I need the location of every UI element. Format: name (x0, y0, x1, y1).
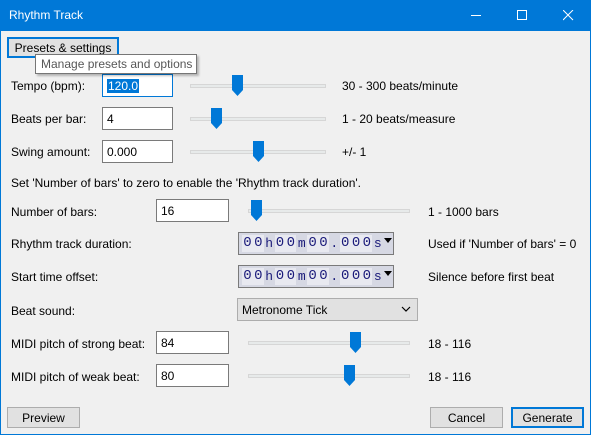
swing-input[interactable]: 0.000 (102, 140, 173, 163)
slider-track (248, 209, 410, 213)
time-digit: 0 (361, 235, 373, 252)
weak-pitch-value: 80 (161, 368, 175, 383)
strong-pitch-value: 84 (161, 335, 175, 350)
time-unit-dot: . (330, 236, 339, 251)
tempo-label: Tempo (bpm): (11, 79, 86, 93)
time-unit-h: h (265, 269, 274, 284)
time-digit: 0 (252, 268, 264, 285)
slider-thumb-icon[interactable] (251, 200, 263, 221)
strong-pitch-label: MIDI pitch of strong beat: (11, 337, 146, 351)
start-offset-label: Start time offset: (11, 270, 99, 284)
swing-range: +/- 1 (342, 145, 367, 159)
start-offset-note: Silence before first beat (428, 270, 555, 284)
time-digit: 0 (285, 235, 297, 252)
beats-per-bar-range: 1 - 20 beats/measure (342, 112, 456, 126)
time-digit: 0 (361, 268, 373, 285)
duration-label: Rhythm track duration: (11, 237, 132, 251)
time-digit: 0 (318, 268, 329, 285)
slider-thumb-icon[interactable] (210, 108, 222, 129)
time-unit-dot: . (330, 269, 339, 284)
duration-note: Used if 'Number of bars' = 0 (428, 237, 577, 251)
tempo-input[interactable]: 120.0 (102, 74, 173, 97)
time-digit: 0 (339, 235, 351, 252)
slider-thumb-icon[interactable] (343, 365, 355, 386)
time-unit-m: m (297, 269, 306, 284)
time-unit-s: s (373, 236, 382, 251)
duration-time-control[interactable]: 00h00m00.000s (238, 232, 394, 255)
time-unit-s: s (373, 269, 382, 284)
swing-value: 0.000 (107, 144, 138, 159)
tempo-range: 30 - 300 beats/minute (342, 79, 459, 93)
title-bar: Rhythm Track (0, 0, 591, 31)
slider-track (190, 84, 326, 88)
time-format-dropdown[interactable] (383, 268, 393, 285)
tempo-value: 120.0 (107, 78, 140, 93)
beat-sound-label: Beat sound: (11, 304, 76, 318)
time-unit-m: m (297, 236, 306, 251)
time-digit: 0 (274, 268, 286, 285)
tempo-slider[interactable] (190, 75, 326, 97)
swing-slider[interactable] (190, 141, 326, 163)
slider-track (248, 374, 410, 378)
time-digit: 0 (307, 268, 319, 285)
beats-per-bar-input[interactable]: 4 (102, 107, 173, 130)
swing-label: Swing amount: (11, 145, 91, 159)
time-digit: 0 (285, 268, 297, 285)
preview-button[interactable]: Preview (7, 407, 80, 428)
number-of-bars-range: 1 - 1000 bars (428, 205, 499, 219)
beat-sound-select[interactable]: Metronome Tick (237, 298, 418, 321)
window-title: Rhythm Track (9, 8, 84, 22)
slider-thumb-icon[interactable] (350, 332, 362, 353)
slider-thumb-icon[interactable] (232, 75, 244, 96)
weak-pitch-label: MIDI pitch of weak beat: (11, 370, 140, 384)
time-digit: 0 (307, 235, 319, 252)
maximize-button[interactable] (499, 0, 545, 31)
number-of-bars-value: 16 (161, 203, 175, 218)
time-unit-h: h (265, 236, 274, 251)
time-digit: 0 (339, 268, 351, 285)
time-digit: 0 (350, 268, 362, 285)
number-of-bars-input[interactable]: 16 (156, 199, 229, 222)
close-button[interactable] (545, 0, 591, 31)
close-icon (563, 10, 574, 21)
dropdown-arrow-icon (384, 238, 393, 243)
chevron-down-icon (401, 306, 411, 312)
number-of-bars-slider[interactable] (248, 200, 410, 222)
maximize-icon (517, 10, 527, 20)
start-offset-time-control[interactable]: 00h00m00.000s (238, 265, 394, 288)
time-digit: 0 (274, 235, 286, 252)
beats-per-bar-value: 4 (107, 111, 114, 126)
dropdown-arrow-icon (384, 271, 393, 276)
time-digit: 0 (252, 235, 264, 252)
time-digit: 0 (242, 235, 253, 252)
weak-pitch-range: 18 - 116 (428, 370, 472, 384)
number-of-bars-label: Number of bars: (11, 205, 98, 219)
presets-tooltip: Manage presets and options (35, 54, 197, 74)
slider-thumb-icon[interactable] (253, 141, 264, 162)
time-digit: 0 (350, 235, 362, 252)
minimize-icon (471, 15, 481, 16)
weak-pitch-slider[interactable] (248, 365, 410, 387)
strong-pitch-slider[interactable] (248, 332, 410, 354)
time-format-dropdown[interactable] (383, 235, 393, 252)
beat-sound-value: Metronome Tick (242, 302, 328, 317)
beats-per-bar-slider[interactable] (190, 108, 326, 130)
strong-pitch-range: 18 - 116 (428, 337, 472, 351)
minimize-button[interactable] (453, 0, 499, 31)
slider-track (248, 341, 410, 345)
time-digit: 0 (242, 268, 253, 285)
cancel-button[interactable]: Cancel (430, 407, 503, 428)
beats-per-bar-label: Beats per bar: (11, 112, 87, 126)
time-digit: 0 (318, 235, 329, 252)
generate-button[interactable]: Generate (511, 407, 584, 428)
strong-pitch-input[interactable]: 84 (156, 331, 229, 354)
weak-pitch-input[interactable]: 80 (156, 364, 229, 387)
bars-hint-text: Set 'Number of bars' to zero to enable t… (11, 176, 362, 190)
